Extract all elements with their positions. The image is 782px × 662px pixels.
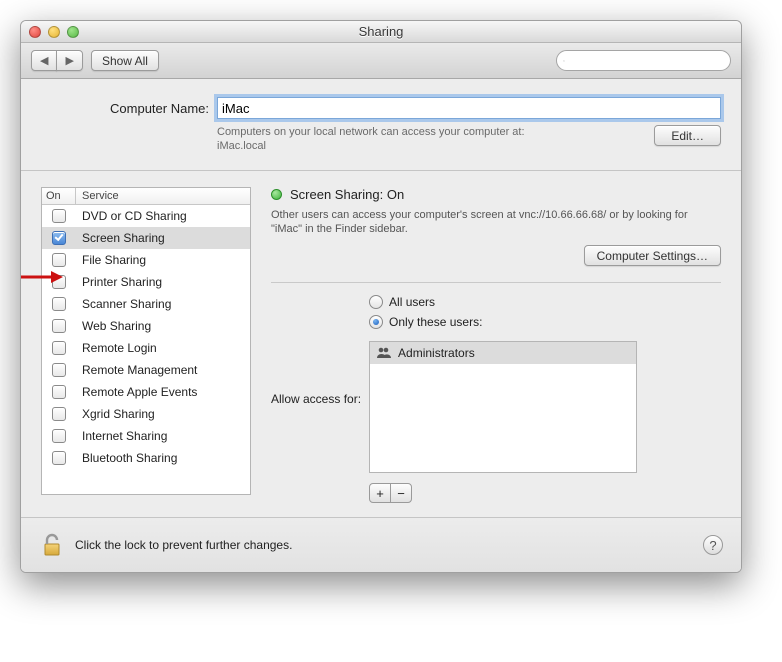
service-row[interactable]: Remote Management — [42, 359, 250, 381]
show-all-button[interactable]: Show All — [91, 50, 159, 71]
service-name-label: Scanner Sharing — [76, 297, 250, 311]
group-icon — [376, 346, 392, 361]
computer-name-hint: Computers on your local network can acce… — [217, 125, 646, 154]
status-title: Screen Sharing: On — [290, 187, 404, 202]
back-button[interactable]: ◀ — [31, 50, 57, 71]
radio-icon — [369, 315, 383, 329]
service-name-label: DVD or CD Sharing — [76, 209, 250, 223]
service-name-label: Xgrid Sharing — [76, 407, 250, 421]
help-button[interactable]: ? — [703, 535, 723, 555]
chevron-left-icon: ◀ — [40, 54, 48, 67]
service-name-label: Screen Sharing — [76, 231, 250, 245]
service-row[interactable]: Xgrid Sharing — [42, 403, 250, 425]
divider — [271, 282, 721, 283]
radio-icon — [369, 295, 383, 309]
search-field[interactable] — [556, 50, 731, 71]
service-checkbox[interactable] — [52, 407, 66, 421]
service-checkbox[interactable] — [52, 253, 66, 267]
service-row[interactable]: Scanner Sharing — [42, 293, 250, 315]
service-checkbox[interactable] — [52, 231, 66, 245]
remove-user-button[interactable]: − — [390, 483, 412, 503]
computer-settings-button[interactable]: Computer Settings… — [584, 245, 721, 266]
service-row[interactable]: Remote Apple Events — [42, 381, 250, 403]
service-row[interactable]: DVD or CD Sharing — [42, 205, 250, 227]
service-row[interactable]: Remote Login — [42, 337, 250, 359]
services-list: On Service DVD or CD Sharing Screen Shari… — [41, 187, 251, 495]
computer-name-label: Computer Name: — [41, 101, 209, 116]
service-name-label: Printer Sharing — [76, 275, 250, 289]
service-checkbox[interactable] — [52, 319, 66, 333]
service-row[interactable]: Bluetooth Sharing — [42, 447, 250, 469]
services-header-on: On — [42, 188, 76, 204]
titlebar: Sharing — [21, 21, 741, 43]
computer-name-section: Computer Name: Computers on your local n… — [21, 79, 741, 171]
window-title: Sharing — [21, 24, 741, 39]
computer-name-input[interactable] — [217, 97, 721, 119]
chevron-right-icon: ▶ — [65, 54, 73, 67]
service-checkbox[interactable] — [52, 341, 66, 355]
access-all-users-option[interactable]: All users — [369, 295, 637, 309]
search-input[interactable] — [569, 54, 724, 68]
add-user-button[interactable]: + — [369, 483, 391, 503]
service-checkbox[interactable] — [52, 451, 66, 465]
preferences-window: Sharing ◀ ▶ Show All Computer Name: Comp… — [20, 20, 742, 573]
service-name-label: File Sharing — [76, 253, 250, 267]
nav-segment: ◀ ▶ — [31, 50, 83, 71]
service-checkbox[interactable] — [52, 363, 66, 377]
access-only-label: Only these users: — [389, 315, 482, 329]
access-only-users-option[interactable]: Only these users: — [369, 315, 637, 329]
forward-button[interactable]: ▶ — [56, 50, 82, 71]
annotation-arrow — [20, 268, 63, 289]
service-row[interactable]: Printer Sharing — [42, 271, 250, 293]
service-checkbox[interactable] — [52, 297, 66, 311]
status-dot-icon — [271, 189, 282, 200]
toolbar: ◀ ▶ Show All — [21, 43, 741, 79]
service-name-label: Remote Login — [76, 341, 250, 355]
search-icon — [563, 55, 565, 67]
services-header-service: Service — [76, 188, 250, 204]
service-row[interactable]: Screen Sharing — [42, 227, 250, 249]
service-name-label: Web Sharing — [76, 319, 250, 333]
service-checkbox[interactable] — [52, 209, 66, 223]
service-row[interactable]: File Sharing — [42, 249, 250, 271]
access-label: Allow access for: — [271, 392, 361, 406]
service-name-label: Bluetooth Sharing — [76, 451, 250, 465]
service-checkbox[interactable] — [52, 429, 66, 443]
user-row[interactable]: Administrators — [370, 342, 636, 364]
footer: Click the lock to prevent further change… — [21, 518, 741, 572]
lock-icon[interactable] — [39, 532, 65, 558]
service-name-label: Remote Management — [76, 363, 250, 377]
service-checkbox[interactable] — [52, 385, 66, 399]
service-row[interactable]: Internet Sharing — [42, 425, 250, 447]
status-description: Other users can access your computer's s… — [271, 208, 721, 238]
service-detail: Screen Sharing: On Other users can acces… — [271, 187, 721, 504]
service-name-label: Remote Apple Events — [76, 385, 250, 399]
service-row[interactable]: Web Sharing — [42, 315, 250, 337]
services-header: On Service — [42, 188, 250, 205]
users-list[interactable]: Administrators — [369, 341, 637, 473]
service-name-label: Internet Sharing — [76, 429, 250, 443]
lock-hint: Click the lock to prevent further change… — [75, 538, 292, 552]
user-label: Administrators — [398, 346, 475, 360]
edit-hostname-button[interactable]: Edit… — [654, 125, 721, 146]
access-all-label: All users — [389, 295, 435, 309]
